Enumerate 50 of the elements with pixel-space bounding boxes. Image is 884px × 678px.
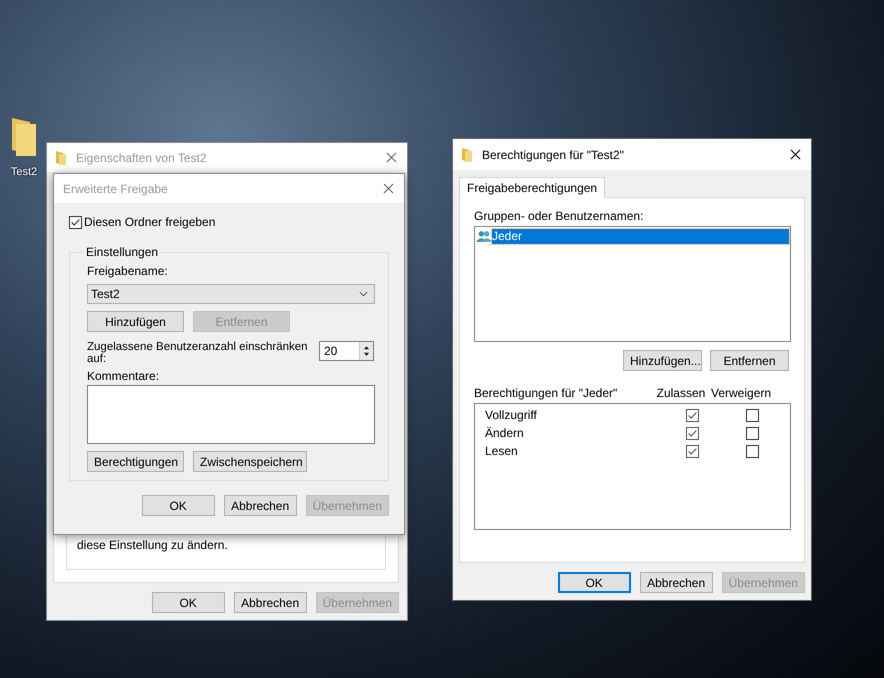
share-name-button[interactable]: Hinzufügen (87, 311, 184, 332)
permission-name: Lesen (485, 444, 519, 458)
allow-checkbox[interactable] (686, 444, 699, 458)
user-limit-spinner[interactable]: 20 (319, 341, 374, 361)
up-arrow-icon[interactable] (363, 345, 370, 350)
column-header: Zulassen (656, 386, 706, 400)
dialog-button[interactable]: OK (142, 495, 215, 516)
desktop-icon-label[interactable]: Test2 (10, 166, 38, 178)
deny-checkbox[interactable] (746, 426, 759, 440)
allow-checkbox[interactable] (686, 408, 699, 422)
settings-button[interactable]: Zwischenspeichern (193, 451, 307, 472)
close-icon[interactable] (383, 183, 394, 194)
info-text: diese Einstellung zu ändern. (77, 538, 229, 552)
permission-name: Vollzugriff (485, 408, 538, 422)
dialog-button[interactable]: Abbrechen (224, 495, 297, 516)
window-title: Eigenschaften von Test2 (76, 150, 208, 164)
field-label: Freigabename: (87, 264, 169, 278)
permissions-label: Berechtigungen für "Jeder" (474, 386, 618, 400)
dialog-title: Erweiterte Freigabe (63, 182, 169, 196)
caret-icon (359, 291, 368, 297)
list-item[interactable]: Jeder (492, 229, 789, 244)
dialog-button[interactable]: OK (558, 572, 631, 593)
users-icon (476, 230, 492, 243)
folder-icon (56, 150, 66, 164)
dialog-button[interactable]: OK (152, 592, 225, 613)
comments-field[interactable] (87, 385, 375, 444)
field-label: Kommentare: (87, 369, 160, 383)
close-icon[interactable] (790, 149, 801, 160)
dialog-button[interactable]: Abbrechen (234, 592, 307, 613)
checkbox-label[interactable]: Diesen Ordner freigeben (84, 215, 216, 229)
window-title: Berechtigungen für "Test2" (482, 148, 625, 162)
deny-checkbox[interactable] (746, 444, 759, 458)
permission-name: Ändern (485, 426, 525, 440)
allow-checkbox[interactable] (686, 426, 699, 440)
column-header: Verweigern (711, 386, 771, 400)
folder-icon (462, 148, 472, 162)
tab[interactable]: Freigabeberechtigungen (459, 177, 606, 198)
field-label: Zugelassene Benutzeranzahl einschränken auf: (87, 341, 309, 365)
dialog-button[interactable]: Abbrechen (640, 572, 713, 593)
user-button[interactable]: Hinzufügen... (623, 350, 702, 371)
down-arrow-icon[interactable] (363, 352, 370, 357)
checkbox[interactable] (69, 216, 82, 228)
close-icon[interactable] (386, 152, 397, 163)
folder-icon[interactable] (10, 116, 38, 156)
field-label: Gruppen- oder Benutzernamen: (474, 209, 644, 223)
user-button[interactable]: Entfernen (710, 350, 789, 371)
settings-button[interactable]: Berechtigungen (87, 451, 184, 472)
share-name-dropdown[interactable]: Test2 (87, 284, 375, 304)
group-title: Einstellungen (85, 245, 160, 259)
deny-checkbox[interactable] (746, 408, 759, 422)
